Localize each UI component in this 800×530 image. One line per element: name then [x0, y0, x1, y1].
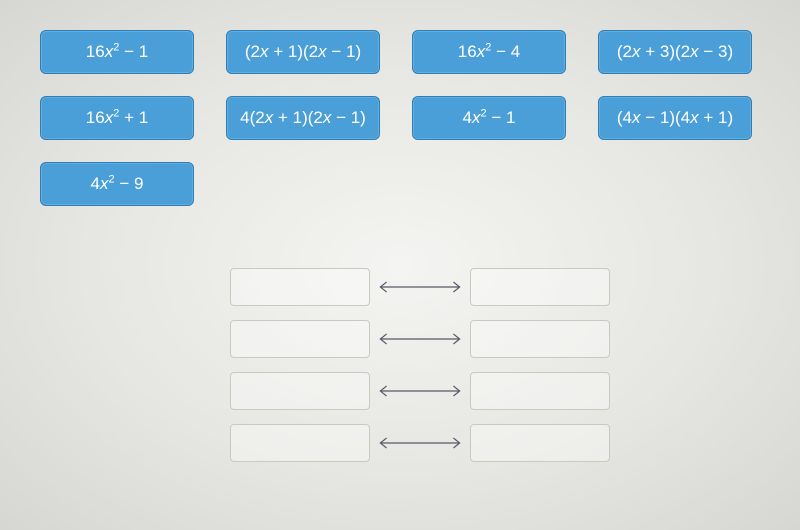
match-row [230, 424, 610, 462]
drop-slot-left[interactable] [230, 372, 370, 410]
drop-slot-right[interactable] [470, 424, 610, 462]
expression-text: 4x2 − 1 [463, 108, 516, 128]
tile-row: 16x2 + 1 4(2x + 1)(2x − 1) 4x2 − 1 (4x −… [40, 96, 780, 140]
expression-text: (2x + 1)(2x − 1) [245, 42, 361, 62]
expression-tile[interactable]: 16x2 + 1 [40, 96, 194, 140]
expression-tile[interactable]: 16x2 − 4 [412, 30, 566, 74]
expression-text: 4(2x + 1)(2x − 1) [240, 108, 366, 128]
double-arrow-icon [376, 443, 464, 444]
expression-text: 4x2 − 9 [91, 174, 144, 194]
draggable-tiles-area: 16x2 − 1 (2x + 1)(2x − 1) 16x2 − 4 (2x +… [40, 30, 780, 228]
double-arrow-icon [376, 339, 464, 340]
expression-tile[interactable]: 4x2 − 1 [412, 96, 566, 140]
expression-text: (4x − 1)(4x + 1) [617, 108, 733, 128]
expression-tile[interactable]: 4(2x + 1)(2x − 1) [226, 96, 380, 140]
match-row [230, 268, 610, 306]
expression-text: 16x2 − 1 [86, 42, 148, 62]
expression-tile[interactable]: (2x + 1)(2x − 1) [226, 30, 380, 74]
drop-slot-right[interactable] [470, 320, 610, 358]
match-row [230, 320, 610, 358]
drop-slot-left[interactable] [230, 268, 370, 306]
expression-tile[interactable]: 16x2 − 1 [40, 30, 194, 74]
expression-text: 16x2 − 4 [458, 42, 520, 62]
expression-text: 16x2 + 1 [86, 108, 148, 128]
tile-row: 16x2 − 1 (2x + 1)(2x − 1) 16x2 − 4 (2x +… [40, 30, 780, 74]
tile-row: 4x2 − 9 [40, 162, 780, 206]
expression-tile[interactable]: (4x − 1)(4x + 1) [598, 96, 752, 140]
matching-drop-area [230, 268, 610, 476]
expression-text: (2x + 3)(2x − 3) [617, 42, 733, 62]
double-arrow-icon [376, 391, 464, 392]
drop-slot-right[interactable] [470, 372, 610, 410]
drop-slot-right[interactable] [470, 268, 610, 306]
drop-slot-left[interactable] [230, 424, 370, 462]
expression-tile[interactable]: 4x2 − 9 [40, 162, 194, 206]
double-arrow-icon [376, 287, 464, 288]
drop-slot-left[interactable] [230, 320, 370, 358]
match-row [230, 372, 610, 410]
expression-tile[interactable]: (2x + 3)(2x − 3) [598, 30, 752, 74]
